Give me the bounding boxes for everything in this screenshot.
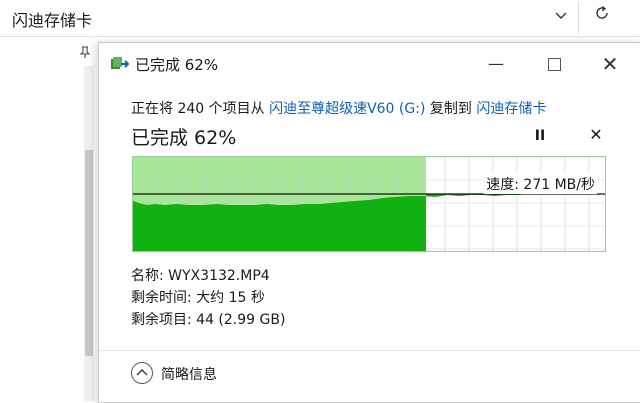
time-remaining-label: 剩余时间:: [131, 290, 192, 306]
file-name-label: 名称:: [131, 268, 164, 284]
time-remaining-value: 大约 15 秒: [196, 290, 265, 306]
pause-button[interactable]: II: [529, 125, 551, 147]
copy-prefix: 正在将 240 个项目从: [131, 101, 270, 117]
minimize-button[interactable]: —: [479, 51, 513, 77]
items-remaining-value: 44 (2.99 GB): [196, 312, 286, 328]
maximize-icon: [547, 58, 561, 71]
copy-files-icon: [110, 56, 130, 72]
items-remaining-row: 剩余项目: 44 (2.99 GB): [131, 309, 285, 331]
close-button[interactable]: ✕: [593, 51, 627, 77]
speed-label: 速度: 271 MB/秒: [484, 174, 597, 194]
transfer-details: 名称: WYX3132.MP4 剩余时间: 大约 15 秒 剩余项目: 44 (…: [131, 265, 285, 331]
pin-icon[interactable]: [79, 46, 91, 61]
copy-progress-dialog: 已完成 62% — ✕ 正在将 240 个项目从 闪迪至尊超级速V60 (G:)…: [98, 42, 640, 403]
destination-link[interactable]: 闪迪存储卡: [476, 101, 546, 117]
footer-divider: [99, 350, 640, 351]
chevron-down-icon[interactable]: [550, 6, 572, 28]
dialog-titlebar[interactable]: 已完成 62% — ✕: [99, 43, 640, 83]
refresh-icon[interactable]: [590, 4, 614, 28]
file-name-value: WYX3132.MP4: [168, 268, 270, 284]
address-separator: [578, 2, 579, 34]
copy-middle: 复制到: [425, 101, 477, 117]
speed-graph-canvas: [133, 157, 605, 251]
dialog-title: 已完成 62%: [135, 56, 219, 74]
items-remaining-label: 剩余项目:: [131, 312, 192, 328]
source-link[interactable]: 闪迪至尊超级速V60 (G:): [269, 101, 425, 117]
file-name-row: 名称: WYX3132.MP4: [131, 265, 285, 287]
fewer-details-label: 简略信息: [161, 367, 217, 383]
transfer-speed-graph: 速度: 271 MB/秒: [132, 156, 606, 252]
progress-status: 已完成 62%: [131, 127, 237, 149]
maximize-button[interactable]: [537, 51, 571, 77]
time-remaining-row: 剩余时间: 大约 15 秒: [131, 287, 285, 309]
explorer-address-bar: 闪迪存储卡: [0, 0, 640, 37]
cancel-button[interactable]: ✕: [585, 124, 607, 146]
explorer-nav-pane: [0, 37, 96, 401]
explorer-scroll-thumb[interactable]: [85, 150, 93, 356]
explorer-path-label: 闪迪存储卡: [12, 11, 93, 30]
chevron-up-icon: [131, 362, 153, 384]
copy-description: 正在将 240 个项目从 闪迪至尊超级速V60 (G:) 复制到 闪迪存储卡: [131, 98, 546, 118]
